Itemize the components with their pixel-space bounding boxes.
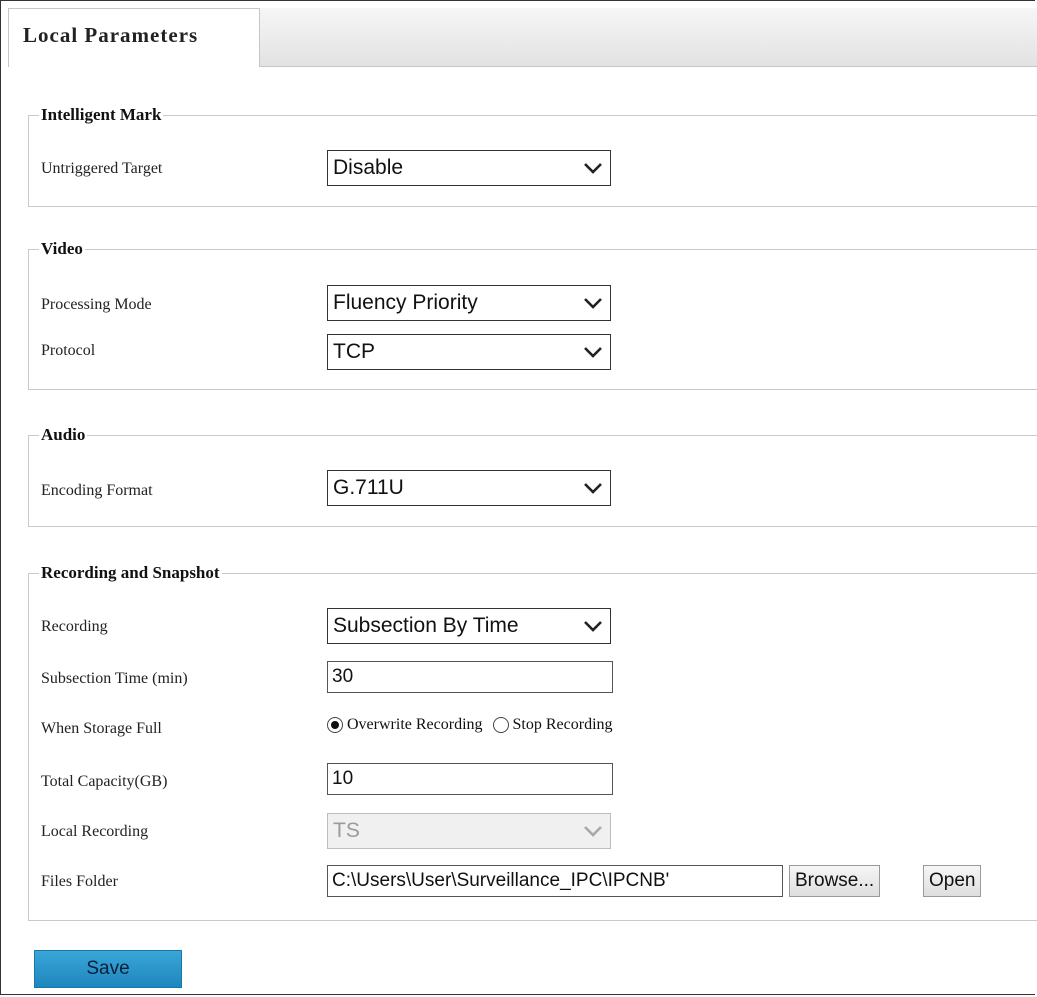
recording-section: Recording and Snapshot Recording Subsect… bbox=[28, 562, 1037, 921]
recording-value: Subsection By Time bbox=[333, 614, 519, 637]
untriggered-target-value: Disable bbox=[333, 156, 404, 179]
encoding-format-select[interactable]: G.711U bbox=[327, 470, 611, 506]
local-recording-label: Local Recording bbox=[41, 823, 149, 840]
chevron-down-icon bbox=[584, 163, 602, 174]
overwrite-recording-label: Overwrite Recording bbox=[347, 716, 483, 733]
total-capacity-label: Total Capacity(GB) bbox=[41, 773, 168, 790]
tab-bar: Local Parameters bbox=[8, 8, 1037, 67]
radio-unselected-icon bbox=[492, 717, 509, 733]
chevron-down-icon bbox=[584, 347, 602, 358]
audio-section: Audio Encoding Format G.711U bbox=[28, 424, 1037, 527]
overwrite-recording-radio[interactable]: Overwrite Recording bbox=[327, 715, 483, 735]
video-section: Video Processing Mode Fluency Priority P… bbox=[28, 238, 1037, 390]
radio-selected-icon bbox=[327, 717, 343, 733]
total-capacity-input[interactable]: 10 bbox=[327, 763, 613, 795]
chevron-down-icon bbox=[584, 826, 602, 837]
section-title: Intelligent Mark bbox=[39, 104, 164, 126]
subsection-time-label: Subsection Time (min) bbox=[41, 670, 188, 687]
untriggered-target-label: Untriggered Target bbox=[41, 160, 163, 177]
files-folder-label: Files Folder bbox=[41, 873, 118, 890]
storage-full-label: When Storage Full bbox=[41, 720, 162, 737]
chevron-down-icon bbox=[584, 621, 602, 632]
processing-mode-label: Processing Mode bbox=[41, 296, 152, 313]
browse-button[interactable]: Browse... bbox=[789, 865, 881, 897]
local-recording-value: TS bbox=[333, 819, 360, 842]
processing-mode-value: Fluency Priority bbox=[333, 291, 478, 314]
protocol-value: TCP bbox=[333, 340, 375, 363]
encoding-format-label: Encoding Format bbox=[41, 482, 153, 499]
local-recording-select[interactable]: TS bbox=[327, 813, 611, 849]
encoding-format-value: G.711U bbox=[333, 476, 404, 499]
protocol-select[interactable]: TCP bbox=[327, 334, 611, 370]
intelligent-mark-section: Intelligent Mark Untriggered Target Disa… bbox=[28, 104, 1037, 207]
section-title: Video bbox=[39, 238, 85, 260]
recording-select[interactable]: Subsection By Time bbox=[327, 608, 611, 644]
stop-recording-label: Stop Recording bbox=[512, 716, 613, 733]
tab-local-parameters[interactable]: Local Parameters bbox=[8, 8, 260, 67]
subsection-time-input[interactable]: 30 bbox=[327, 661, 613, 693]
chevron-down-icon bbox=[584, 298, 602, 309]
protocol-label: Protocol bbox=[41, 342, 96, 359]
save-button[interactable]: Save bbox=[34, 950, 182, 988]
storage-full-radio-group: Overwrite Recording Stop Recording bbox=[327, 715, 619, 739]
section-title: Recording and Snapshot bbox=[39, 562, 222, 584]
processing-mode-select[interactable]: Fluency Priority bbox=[327, 285, 611, 321]
chevron-down-icon bbox=[584, 483, 602, 494]
untriggered-target-select[interactable]: Disable bbox=[327, 150, 611, 186]
section-title: Audio bbox=[39, 424, 88, 446]
recording-label: Recording bbox=[41, 618, 108, 635]
open-button[interactable]: Open bbox=[923, 865, 982, 897]
stop-recording-radio[interactable]: Stop Recording bbox=[492, 715, 613, 735]
files-folder-input[interactable]: C:\Users\User\Surveillance_IPC\IPCNB' bbox=[327, 865, 783, 897]
